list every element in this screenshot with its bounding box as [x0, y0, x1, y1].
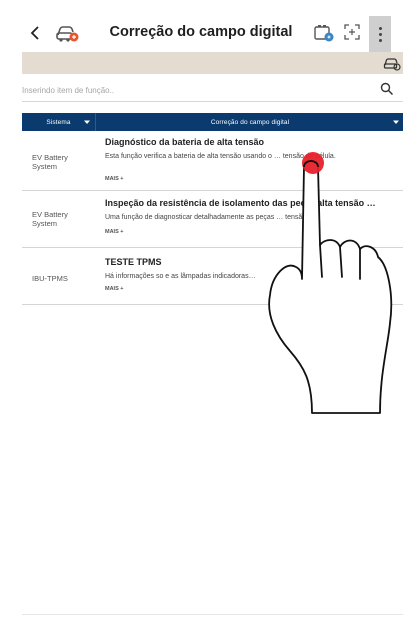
app-header: Correção do campo digital	[0, 16, 403, 52]
column-header-label: Correção do campo digital	[210, 118, 290, 126]
kebab-menu-icon[interactable]	[369, 16, 391, 52]
row-system: EV Battery System	[32, 210, 68, 228]
table-header: Sistema Correção do campo digital	[22, 113, 403, 131]
table-row[interactable]: IBU-TPMS TESTE TPMS Há informações so e …	[22, 248, 403, 305]
row-title: Diagnóstico da bateria de alta tensão	[105, 137, 265, 147]
column-header-function[interactable]: Correção do campo digital	[97, 113, 403, 131]
vehicle-battery-icon[interactable]	[313, 22, 335, 44]
more-link[interactable]: MAIS +	[105, 229, 124, 235]
row-title: Inspeção da resistência de isolamento da…	[105, 198, 376, 208]
app-screen: Correção do campo digital Inserindo item…	[0, 0, 403, 620]
more-link[interactable]: MAIS +	[105, 176, 124, 182]
car-settings-icon[interactable]	[383, 55, 401, 71]
page-title: Correção do campo digital	[109, 24, 293, 40]
row-title: TESTE TPMS	[105, 257, 162, 267]
column-header-label: Sistema	[46, 118, 71, 126]
column-header-system[interactable]: Sistema	[22, 113, 96, 131]
row-description: Uma função de diagnosticar detalhadament…	[105, 214, 309, 221]
search-input[interactable]	[22, 82, 372, 98]
caret-down-icon	[84, 120, 90, 124]
row-description: Esta função verifica a bateria de alta t…	[105, 153, 336, 160]
car-diagnostic-icon[interactable]	[54, 20, 80, 46]
row-system: IBU-TPMS	[32, 274, 68, 283]
divider	[22, 101, 403, 102]
chevron-left-icon[interactable]	[24, 22, 46, 44]
toolbar-strip	[22, 52, 403, 74]
divider	[22, 614, 403, 615]
more-link[interactable]: MAIS +	[105, 286, 124, 292]
table-row[interactable]: EV Battery System Diagnóstico da bateria…	[22, 131, 403, 191]
search-bar	[22, 82, 394, 100]
fullscreen-icon[interactable]	[342, 22, 362, 42]
search-icon[interactable]	[380, 82, 394, 96]
table-row[interactable]: EV Battery System Inspeção da resistênci…	[22, 191, 403, 248]
row-system: EV Battery System	[32, 153, 68, 171]
caret-down-icon	[393, 120, 399, 124]
row-description: Há informações so e as lâmpadas indicado…	[105, 273, 256, 280]
